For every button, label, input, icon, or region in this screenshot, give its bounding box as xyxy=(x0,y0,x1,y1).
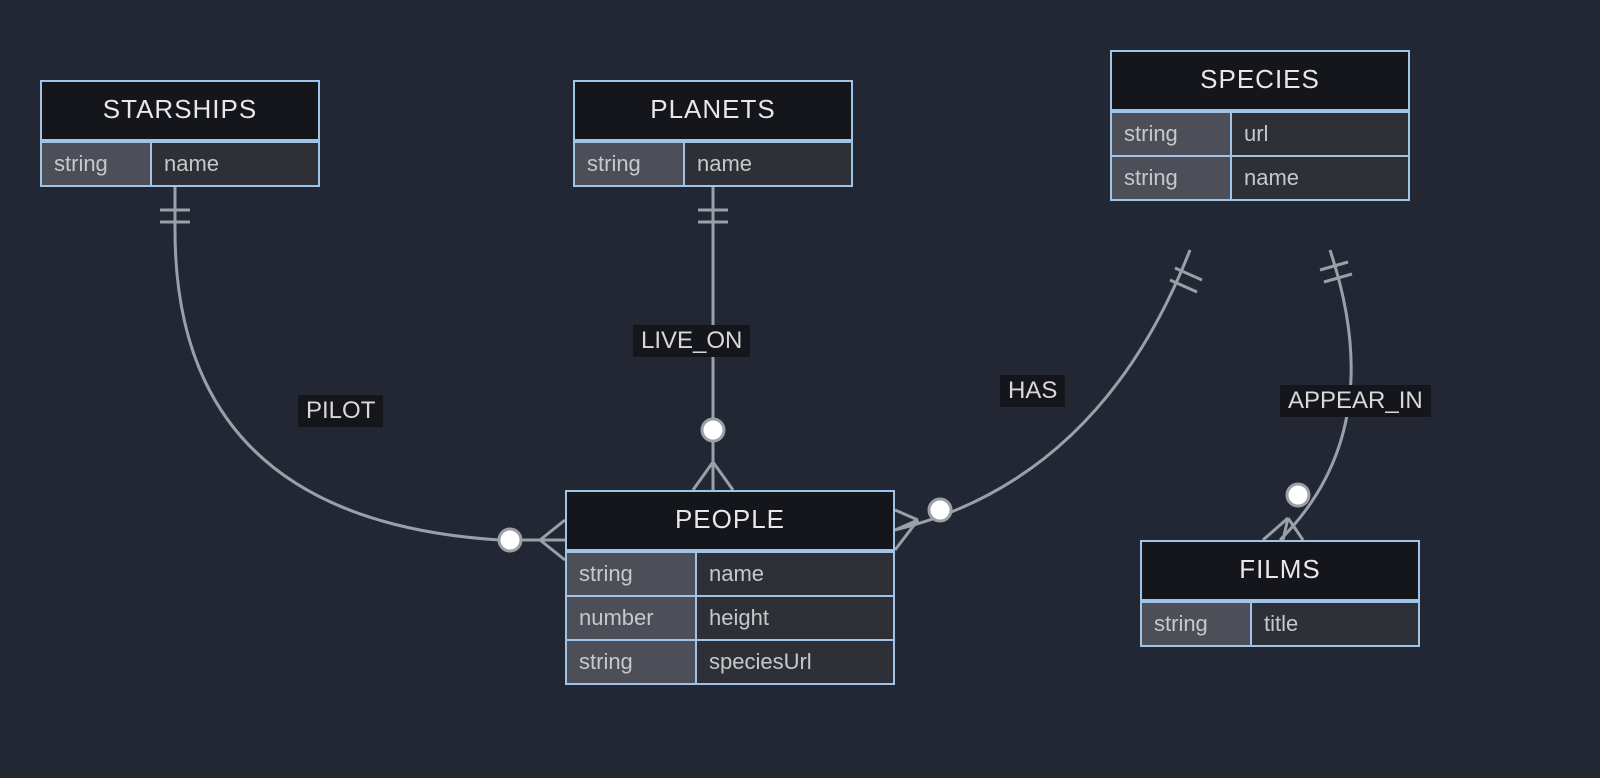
attr-name: title xyxy=(1252,603,1418,645)
attr-type: string xyxy=(1142,603,1252,645)
attr-type: number xyxy=(567,597,697,639)
attr-name: name xyxy=(152,143,318,185)
attr-name: name xyxy=(697,553,893,595)
relationship-label-live-on: LIVE_ON xyxy=(633,325,750,357)
relationship-label-appear-in: APPEAR_IN xyxy=(1280,385,1431,417)
attr-name: height xyxy=(697,597,893,639)
entity-species[interactable]: SPECIES string url string name xyxy=(1110,50,1410,201)
attr-type: string xyxy=(567,641,697,683)
entity-attr-row: string title xyxy=(1142,601,1418,645)
relationship-label-has: HAS xyxy=(1000,375,1065,407)
entity-attr-row: number height xyxy=(567,595,893,639)
attr-type: string xyxy=(575,143,685,185)
entity-attr-row: string name xyxy=(575,141,851,185)
entity-films[interactable]: FILMS string title xyxy=(1140,540,1420,647)
entity-attr-row: string name xyxy=(42,141,318,185)
entity-attr-row: string speciesUrl xyxy=(567,639,893,683)
entity-title: FILMS xyxy=(1142,542,1418,601)
attr-name: name xyxy=(685,143,851,185)
attr-name: speciesUrl xyxy=(697,641,893,683)
entity-planets[interactable]: PLANETS string name xyxy=(573,80,853,187)
relationship-label-pilot: PILOT xyxy=(298,395,383,427)
entity-title: PEOPLE xyxy=(567,492,893,551)
entity-people[interactable]: PEOPLE string name number height string … xyxy=(565,490,895,685)
entity-starships[interactable]: STARSHIPS string name xyxy=(40,80,320,187)
attr-type: string xyxy=(1112,157,1232,199)
entity-title: PLANETS xyxy=(575,82,851,141)
attr-type: string xyxy=(567,553,697,595)
entity-attr-row: string url xyxy=(1112,111,1408,155)
entity-title: STARSHIPS xyxy=(42,82,318,141)
attr-type: string xyxy=(42,143,152,185)
entity-title: SPECIES xyxy=(1112,52,1408,111)
er-diagram-canvas: PILOT LIVE_ON HAS APPEAR_IN STARSHIPS st… xyxy=(0,0,1600,778)
attr-type: string xyxy=(1112,113,1232,155)
attr-name: url xyxy=(1232,113,1408,155)
entity-attr-row: string name xyxy=(567,551,893,595)
entity-attr-row: string name xyxy=(1112,155,1408,199)
attr-name: name xyxy=(1232,157,1408,199)
